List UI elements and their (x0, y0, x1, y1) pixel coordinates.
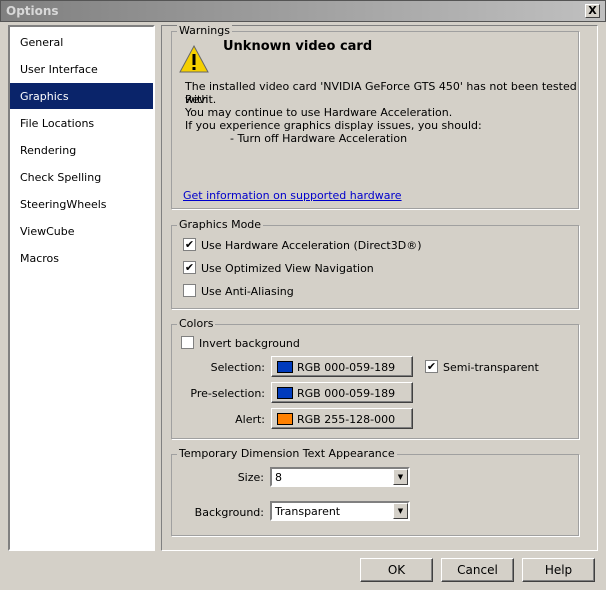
warning-text: If you experience graphics display issue… (185, 119, 482, 132)
nav-item-graphics[interactable]: Graphics (10, 83, 153, 109)
semi-transparent-checkbox[interactable]: ✔ (425, 360, 438, 373)
alert-label: Alert: (235, 413, 265, 426)
background-value: Transparent (275, 505, 341, 518)
size-label: Size: (237, 471, 264, 484)
nav-item-general[interactable]: General (10, 29, 153, 55)
hardware-acceleration-checkbox[interactable]: ✔ (183, 238, 196, 251)
optimized-navigation-label: Use Optimized View Navigation (201, 262, 374, 275)
title-bar (0, 0, 606, 22)
invert-background-checkbox[interactable] (181, 336, 194, 349)
selection-color-button[interactable]: RGB 000-059-189 (271, 356, 413, 377)
graphics-mode-group: Graphics Mode ✔ Use Hardware Acceleratio… (171, 218, 579, 309)
preselection-label: Pre-selection: (190, 387, 265, 400)
warning-heading: Unknown video card (223, 39, 373, 54)
invert-background-label: Invert background (199, 337, 300, 350)
temporary-dimension-legend: Temporary Dimension Text Appearance (177, 447, 397, 460)
background-label: Background: (194, 506, 264, 519)
anti-aliasing-checkbox[interactable] (183, 284, 196, 297)
nav-item-check-spelling[interactable]: Check Spelling (10, 164, 153, 190)
hardware-acceleration-label: Use Hardware Acceleration (Direct3D®) (201, 239, 422, 252)
help-button[interactable]: Help (522, 558, 595, 582)
optimized-navigation-checkbox[interactable]: ✔ (183, 261, 196, 274)
category-list[interactable]: General User Interface Graphics File Loc… (8, 25, 155, 551)
window-title: Options (6, 4, 59, 18)
background-dropdown[interactable]: Transparent ▼ (270, 501, 410, 521)
colors-group: Colors Invert background Selection: RGB … (171, 317, 579, 439)
semi-transparent-label: Semi-transparent (443, 361, 539, 374)
anti-aliasing-label: Use Anti-Aliasing (201, 285, 294, 298)
nav-item-macros[interactable]: Macros (10, 245, 153, 271)
supported-hardware-link[interactable]: Get information on supported hardware (183, 189, 402, 202)
warning-text: - Turn off Hardware Acceleration (230, 132, 408, 145)
colors-legend: Colors (177, 317, 216, 330)
warnings-legend: Warnings (177, 24, 232, 37)
selection-label: Selection: (210, 361, 265, 374)
close-button[interactable]: X (585, 4, 600, 18)
temporary-dimension-group: Temporary Dimension Text Appearance Size… (171, 447, 579, 536)
nav-item-rendering[interactable]: Rendering (10, 137, 153, 163)
warning-text: Revit. (185, 93, 217, 106)
warning-icon (179, 44, 209, 73)
color-swatch (277, 361, 293, 373)
chevron-down-icon[interactable]: ▼ (393, 469, 408, 485)
chevron-down-icon[interactable]: ▼ (393, 503, 408, 519)
alert-color-value: RGB 255-128-000 (297, 413, 396, 426)
selection-color-value: RGB 000-059-189 (297, 361, 396, 374)
color-swatch (277, 387, 293, 399)
nav-item-file-locations[interactable]: File Locations (10, 110, 153, 136)
warning-text: You may continue to use Hardware Acceler… (185, 106, 453, 119)
preselection-color-value: RGB 000-059-189 (297, 387, 396, 400)
ok-button[interactable]: OK (360, 558, 433, 582)
nav-item-user-interface[interactable]: User Interface (10, 56, 153, 82)
size-value: 8 (275, 471, 282, 484)
size-combobox[interactable]: 8 ▼ (270, 467, 410, 487)
warnings-group: Warnings Unknown video card The installe… (171, 24, 579, 209)
cancel-button[interactable]: Cancel (441, 558, 514, 582)
warning-text: The installed video card 'NVIDIA GeForce… (185, 80, 577, 106)
nav-item-steeringwheels[interactable]: SteeringWheels (10, 191, 153, 217)
graphics-mode-legend: Graphics Mode (177, 218, 264, 231)
alert-color-button[interactable]: RGB 255-128-000 (271, 408, 413, 429)
nav-item-viewcube[interactable]: ViewCube (10, 218, 153, 244)
preselection-color-button[interactable]: RGB 000-059-189 (271, 382, 413, 403)
color-swatch (277, 413, 293, 425)
